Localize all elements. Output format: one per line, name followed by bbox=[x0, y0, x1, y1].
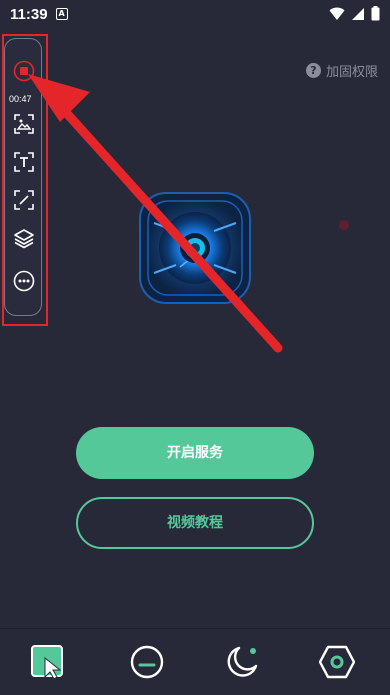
service-core-icon bbox=[139, 192, 251, 304]
more-icon[interactable] bbox=[13, 270, 35, 292]
bottom-nav-divider bbox=[0, 628, 390, 629]
screenshot-icon[interactable] bbox=[13, 113, 35, 135]
layers-icon[interactable] bbox=[13, 227, 35, 249]
minus-circle-icon[interactable] bbox=[129, 644, 165, 680]
record-timer: 00:47 bbox=[9, 94, 32, 104]
start-service-button[interactable]: 开启服务 bbox=[76, 427, 314, 479]
strengthen-permission-label: 加固权限 bbox=[325, 65, 378, 80]
status-time: 11:39 bbox=[10, 5, 48, 23]
signal-icon bbox=[352, 7, 364, 20]
text-recognition-icon[interactable] bbox=[13, 151, 35, 173]
notification-icon: A bbox=[55, 8, 68, 20]
help-circle-icon: ? bbox=[305, 63, 321, 78]
status-bar: 11:39 A bbox=[0, 0, 390, 28]
video-tutorial-button[interactable]: 视频教程 bbox=[76, 497, 314, 549]
stop-record-icon[interactable] bbox=[13, 60, 35, 82]
crop-icon[interactable] bbox=[13, 189, 35, 211]
status-dot bbox=[339, 220, 349, 230]
strengthen-permission-link[interactable]: ? 加固权限 bbox=[305, 61, 378, 80]
click-cursor-icon[interactable] bbox=[30, 644, 66, 680]
moon-icon[interactable] bbox=[224, 644, 260, 680]
annotation-arrow bbox=[28, 74, 283, 353]
status-icons bbox=[329, 6, 380, 21]
floating-toolbar[interactable]: 00:47 bbox=[4, 38, 42, 316]
settings-hexagon-icon[interactable] bbox=[319, 644, 355, 680]
wifi-icon bbox=[329, 7, 345, 20]
battery-icon bbox=[371, 6, 380, 21]
